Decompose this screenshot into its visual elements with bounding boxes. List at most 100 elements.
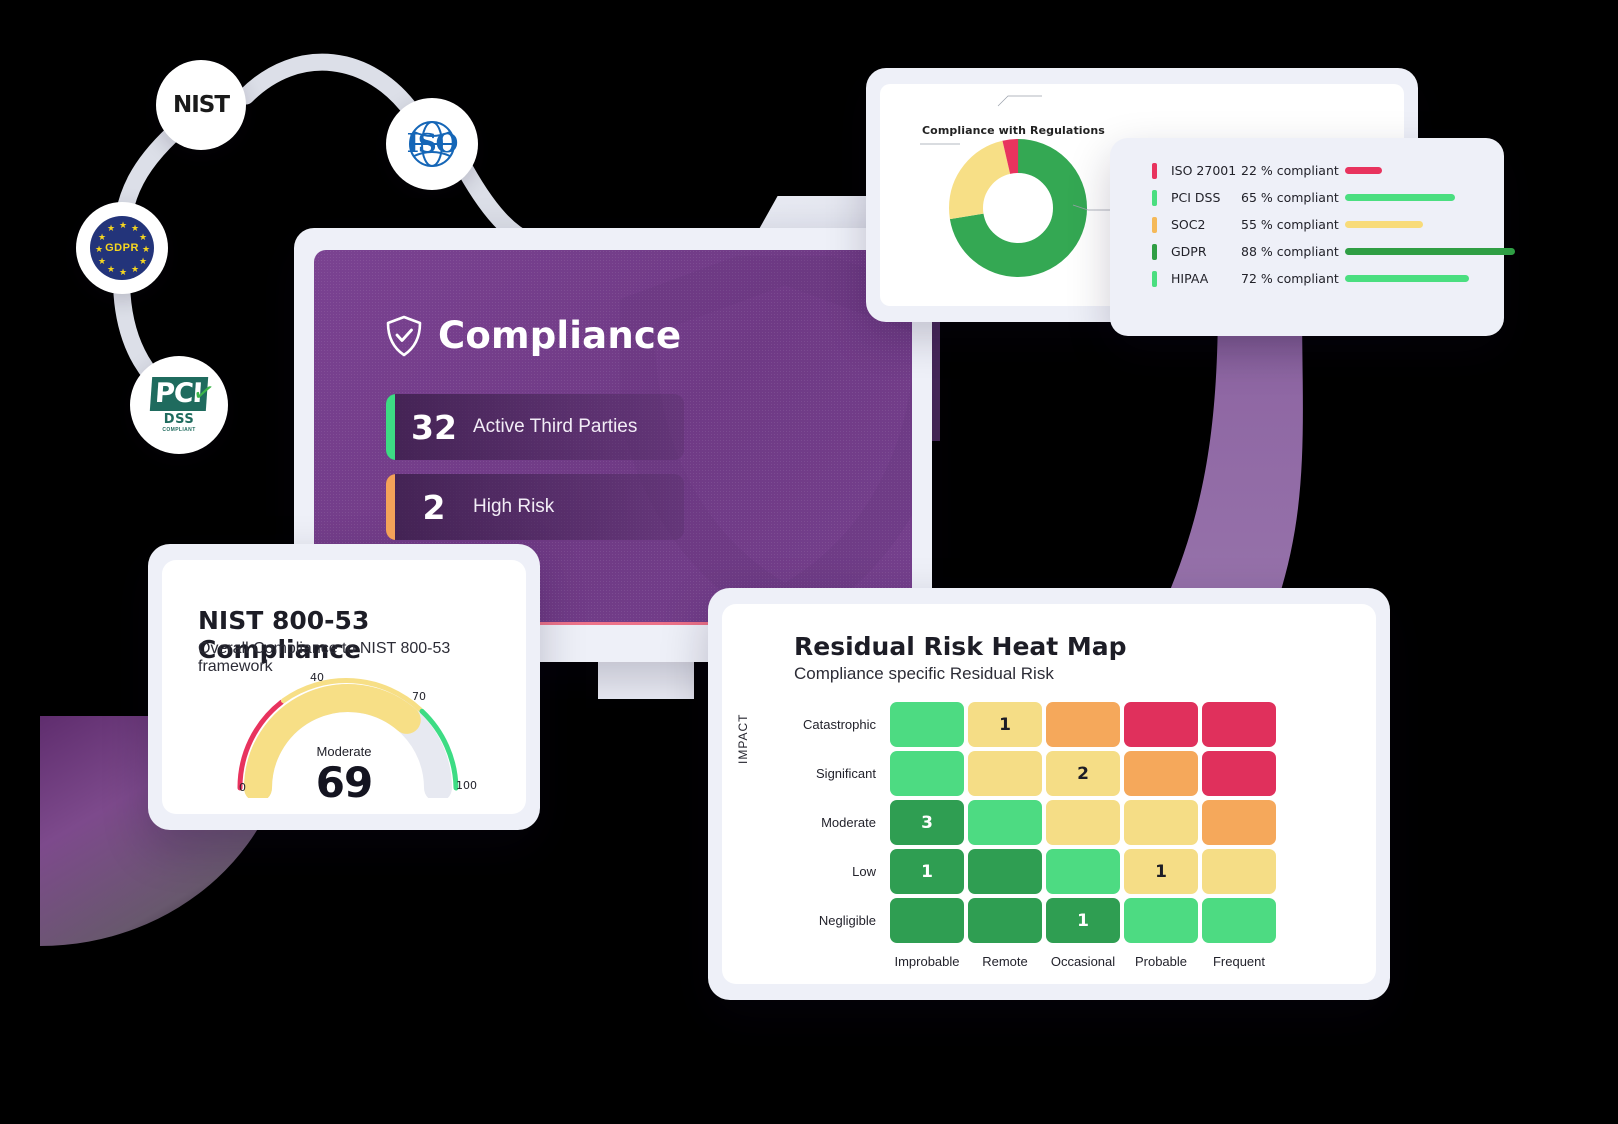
legend-color-chip	[1152, 216, 1157, 233]
legend-color-chip	[1152, 189, 1157, 206]
heatmap-cell[interactable]	[968, 751, 1042, 796]
legend-row[interactable]: GDPR 88 % compliant	[1152, 241, 1515, 262]
heatmap-cell[interactable]	[1202, 702, 1276, 747]
heatmap-cell[interactable]	[890, 751, 964, 796]
heatmap-grid: 123111	[890, 702, 1276, 943]
heatmap-y-label: Low	[852, 864, 876, 879]
heatmap-cell[interactable]	[1124, 751, 1198, 796]
heatmap-cell[interactable]	[1202, 751, 1276, 796]
legend-percent: 88 % compliant	[1241, 244, 1339, 259]
heatmap-x-axis-title: LIKELIHOOD	[890, 982, 1276, 984]
badge-gdpr-label: GDPR	[105, 242, 139, 254]
legend-bar-fill	[1345, 221, 1423, 228]
heatmap-x-label: Frequent	[1212, 954, 1266, 969]
legend-row[interactable]: SOC2 55 % compliant	[1152, 214, 1515, 235]
heatmap-cell[interactable]	[1202, 898, 1276, 943]
heatmap-cell[interactable]: 1	[890, 849, 964, 894]
badge-nist-label: NIST	[172, 92, 230, 118]
stat-value: 2	[422, 487, 446, 527]
badge-nist: NIST	[156, 60, 246, 150]
heatmap-cell[interactable]	[1202, 800, 1276, 845]
page-title: Compliance	[438, 314, 682, 357]
legend-row[interactable]: HIPAA 72 % compliant	[1152, 268, 1515, 289]
gauge-band-label: Moderate	[316, 744, 372, 759]
heatmap-cell[interactable]	[1202, 849, 1276, 894]
heatmap-cell[interactable]: 1	[968, 702, 1042, 747]
legend-bar-fill	[1345, 248, 1515, 255]
heatmap-cell[interactable]	[968, 800, 1042, 845]
legend-bar-fill	[1345, 194, 1455, 201]
legend-percent: 65 % compliant	[1241, 190, 1339, 205]
legend-row[interactable]: PCI DSS 65 % compliant	[1152, 187, 1515, 208]
badge-iso: ISO	[386, 98, 478, 190]
legend-color-chip	[1152, 243, 1157, 260]
eu-stars-icon: ★ ★ ★ ★ ★ ★ ★ ★ ★ ★ ★ ★ GDPR	[90, 216, 154, 280]
badge-pci: PCI ✓ DSS COMPLIANT	[130, 356, 228, 454]
heatmap-cell[interactable]	[890, 702, 964, 747]
nist-compliance-card: NIST 800-53 Compliance Overall Complianc…	[148, 544, 540, 830]
badge-gdpr: ★ ★ ★ ★ ★ ★ ★ ★ ★ ★ ★ ★ GDPR	[76, 202, 168, 294]
legend-bar-track	[1345, 194, 1515, 201]
stat-accent-bar	[386, 394, 395, 460]
heatmap-y-axis-title: IMPACT	[736, 713, 750, 764]
legend-bar-fill	[1345, 275, 1469, 282]
legend-color-chip	[1152, 270, 1157, 287]
illustration-canvas: NIST ISO ★ ★ ★ ★ ★ ★ ★ ★ ★ ★ ★ ★ GDPR PC…	[0, 0, 1618, 1124]
legend-percent: 22 % compliant	[1241, 163, 1339, 178]
legend-bar-track	[1345, 221, 1515, 228]
heatmap-cell[interactable]	[1124, 898, 1198, 943]
legend-bar-track	[1345, 275, 1515, 282]
stat-high-risk[interactable]: 2 High Risk	[386, 474, 684, 540]
gauge-tick-low: 40	[310, 671, 324, 684]
heatmap-x-label: Improbable	[894, 954, 960, 969]
legend-percent: 55 % compliant	[1241, 217, 1339, 232]
heatmap-subtitle: Compliance specific Residual Risk	[794, 664, 1054, 683]
gauge-tick-high: 70	[412, 690, 426, 703]
legend-name: ISO 27001	[1171, 163, 1237, 178]
heatmap-x-labels: Improbable Remote Occasional Probable Fr…	[890, 954, 1276, 969]
gauge-value: 69	[315, 758, 373, 807]
stat-label: High Risk	[473, 496, 555, 517]
legend-bar-track	[1345, 248, 1515, 255]
heatmap-cell[interactable]	[968, 849, 1042, 894]
framework-legend-list: ISO 27001 22 % compliant PCI DSS 65 % co…	[1152, 160, 1515, 289]
heatmap-y-label: Catastrophic	[803, 717, 876, 732]
legend-bar-fill	[1345, 167, 1382, 174]
heatmap-cell[interactable]	[1124, 702, 1198, 747]
heatmap-x-label: Occasional	[1050, 954, 1116, 969]
heatmap-cell[interactable]	[1046, 849, 1120, 894]
gauge-surface: NIST 800-53 Compliance Overall Complianc…	[162, 560, 526, 814]
heatmap-cell[interactable]	[890, 898, 964, 943]
heatmap-title: Residual Risk Heat Map	[794, 632, 1127, 661]
heatmap-cell[interactable]: 1	[1046, 898, 1120, 943]
legend-name: GDPR	[1171, 244, 1207, 259]
legend-name: HIPAA	[1171, 271, 1209, 286]
donut-title: Compliance with Regulations	[922, 124, 1105, 137]
heatmap-cell[interactable]	[1046, 702, 1120, 747]
legend-bar-track	[1345, 167, 1515, 174]
legend-color-chip	[1152, 162, 1157, 179]
stat-active-third-parties[interactable]: 32 Active Third Parties	[386, 394, 684, 460]
stat-label: Active Third Parties	[473, 416, 638, 437]
heatmap-y-labels: Catastrophic Significant Moderate Low Ne…	[774, 702, 884, 943]
legend-name: PCI DSS	[1171, 190, 1221, 205]
compliance-header: Compliance	[386, 314, 681, 357]
heatmap-cell[interactable]: 3	[890, 800, 964, 845]
legend-name: SOC2	[1171, 217, 1206, 232]
heatmap-y-label: Negligible	[818, 913, 876, 928]
heatmap-cell[interactable]	[1046, 800, 1120, 845]
stat-value: 32	[411, 407, 457, 447]
heatmap-cell[interactable]	[968, 898, 1042, 943]
shield-check-icon	[386, 315, 422, 356]
legend-percent: 72 % compliant	[1241, 271, 1339, 286]
heatmap-y-label: Moderate	[821, 815, 876, 830]
heatmap-cell[interactable]: 2	[1046, 751, 1120, 796]
legend-row[interactable]: ISO 27001 22 % compliant	[1152, 160, 1515, 181]
badge-pci-sub: DSS	[163, 412, 195, 427]
heatmap-cell[interactable]: 1	[1124, 849, 1198, 894]
heatmap-surface: Residual Risk Heat Map Compliance specif…	[722, 604, 1376, 984]
heatmap-cell[interactable]	[1124, 800, 1198, 845]
stat-accent-bar	[386, 474, 395, 540]
heatmap-x-label: Probable	[1134, 954, 1188, 969]
framework-compliance-card: ISO 27001 22 % compliant PCI DSS 65 % co…	[1110, 138, 1515, 336]
